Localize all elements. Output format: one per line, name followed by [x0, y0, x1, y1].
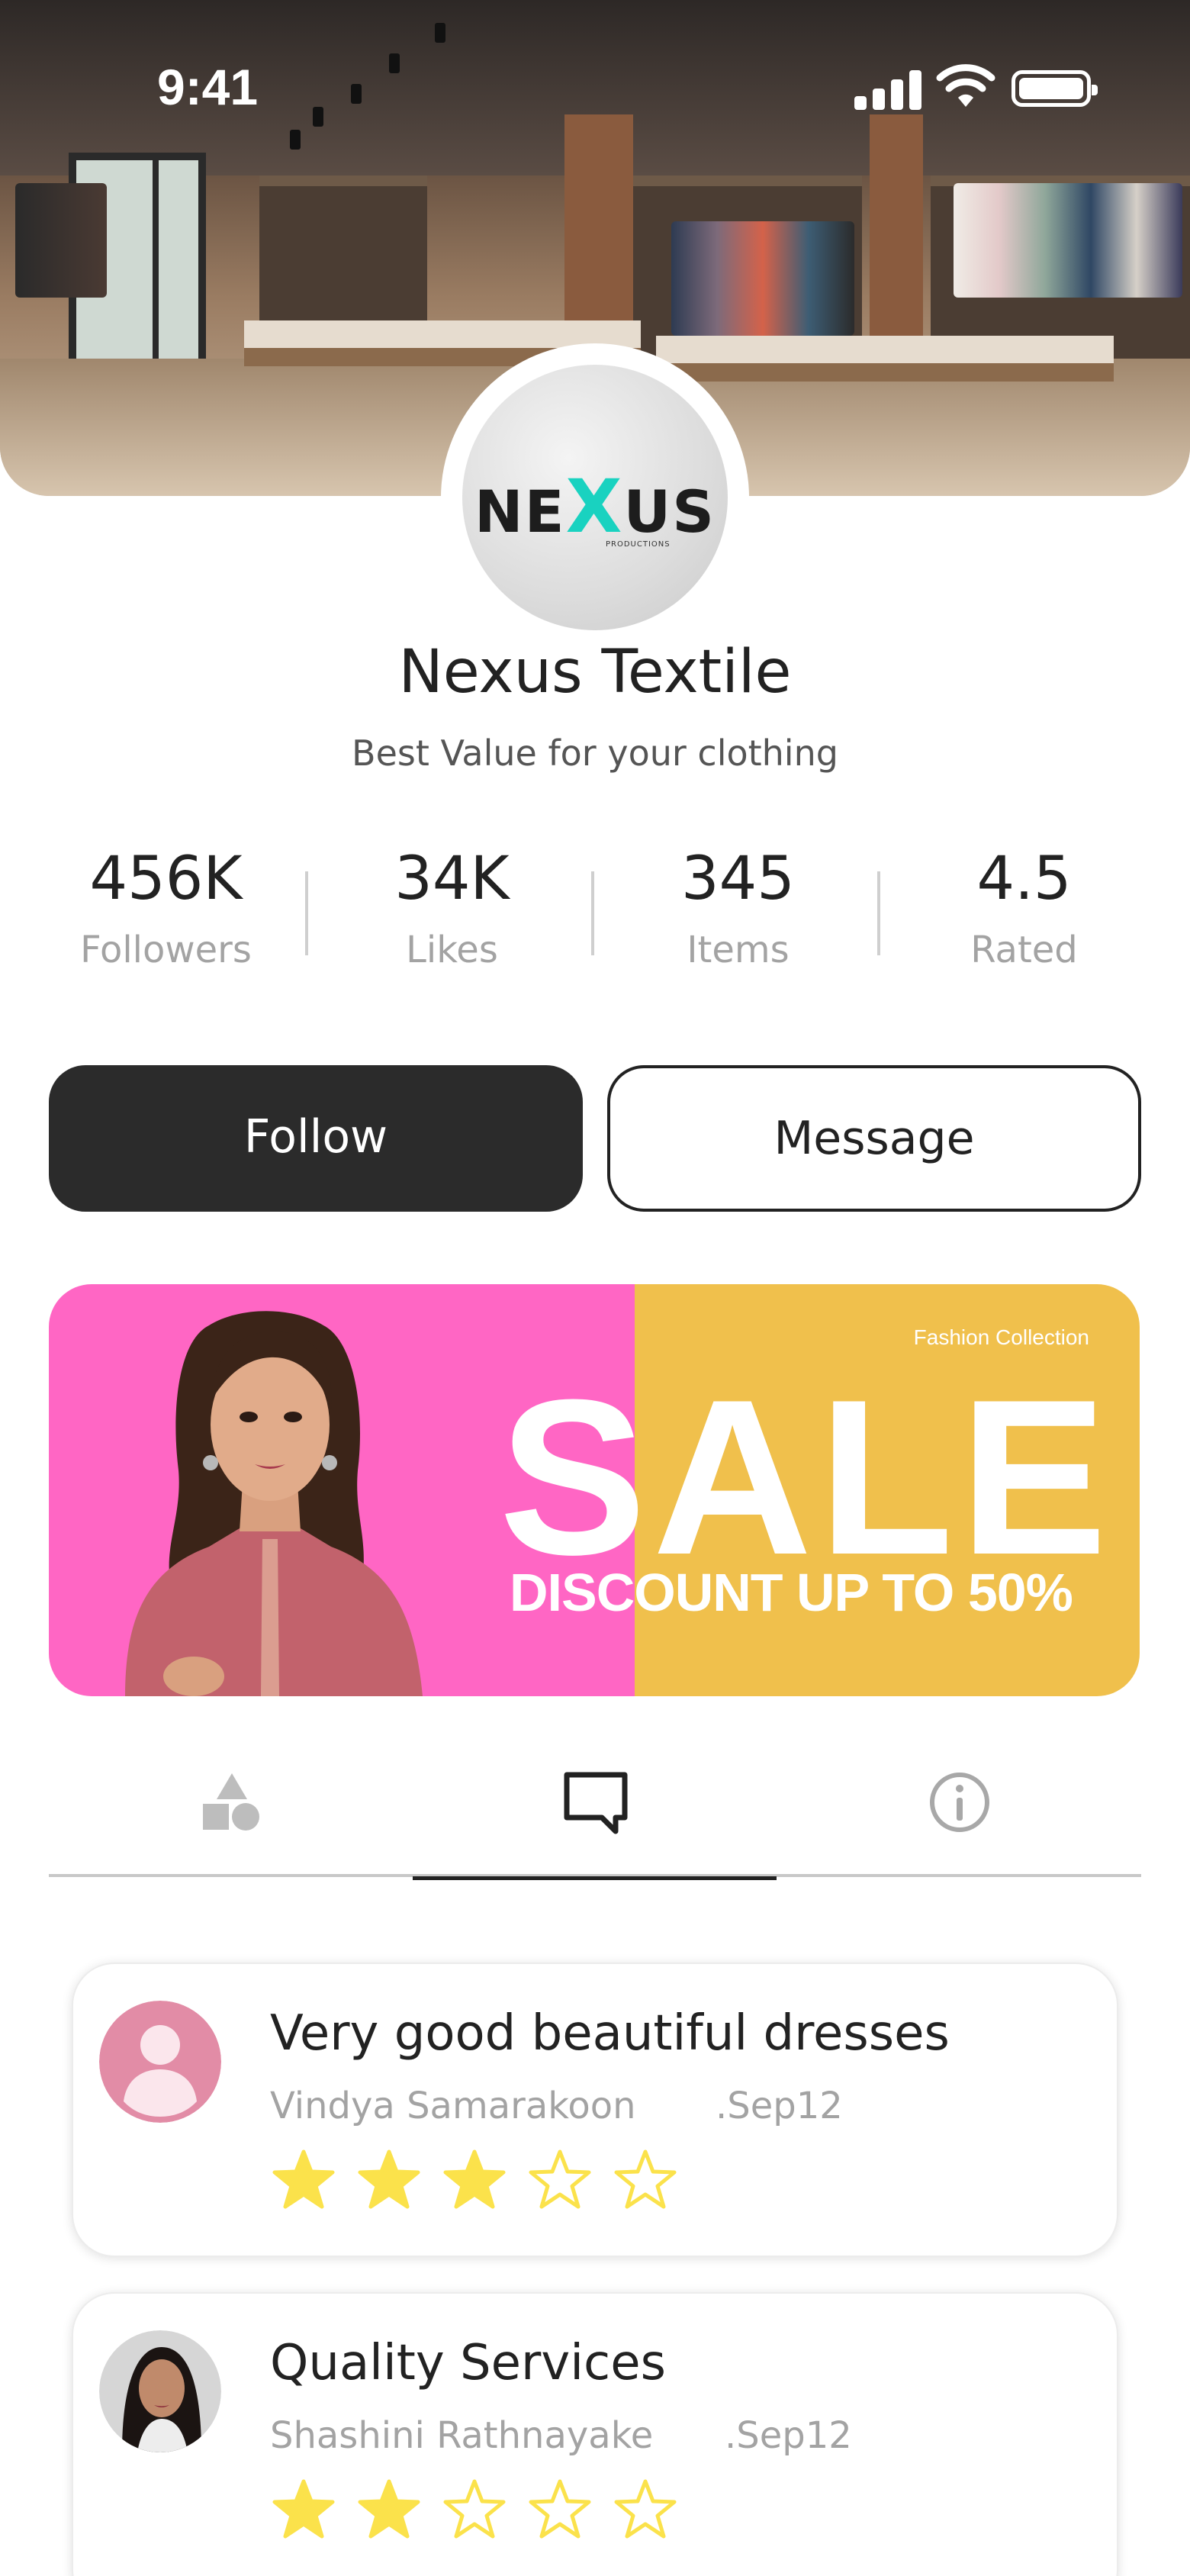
star-outline-icon — [529, 2149, 591, 2209]
wifi-icon — [936, 64, 995, 107]
user-placeholder-icon — [99, 2001, 221, 2123]
stat-rated[interactable]: 4.5 Rated — [881, 839, 1167, 977]
review-title: Very good beautiful dresses — [270, 2005, 950, 2062]
stat-divider — [591, 871, 594, 955]
shapes-icon — [203, 1773, 259, 1831]
model-image — [125, 1311, 423, 1696]
star-filled-icon — [272, 2479, 335, 2539]
store-name: Nexus Textile — [398, 638, 792, 707]
reviewer-photo — [99, 2330, 221, 2452]
review-title: Quality Services — [270, 2335, 666, 2391]
profile-tabs — [49, 1747, 1141, 1880]
review-author: Vindya Samarakoon — [270, 2085, 636, 2127]
avatar — [99, 2001, 221, 2123]
status-bar: 9:41 — [0, 0, 1190, 175]
message-button[interactable]: Message — [607, 1065, 1141, 1212]
star-outline-icon — [443, 2479, 506, 2539]
stat-value: 34K — [394, 845, 510, 913]
stat-label: Likes — [406, 929, 498, 971]
star-outline-icon — [529, 2479, 591, 2539]
stat-label: Followers — [80, 929, 252, 971]
star-filled-icon — [443, 2149, 506, 2209]
status-time: 9:41 — [157, 59, 259, 115]
tab-info[interactable] — [777, 1747, 1140, 1877]
star-filled-icon — [358, 2149, 420, 2209]
store-stats: 456K Followers 34K Likes 345 Items 4.5 R… — [23, 839, 1167, 1000]
info-icon — [930, 1773, 989, 1832]
tab-reviews[interactable] — [413, 1747, 777, 1880]
star-outline-icon — [614, 2479, 677, 2539]
review-date: .Sep12 — [716, 2085, 843, 2127]
stat-label: Items — [687, 929, 790, 971]
battery-icon — [1011, 70, 1098, 107]
comment-icon — [564, 1772, 628, 1834]
review-author: Shashini Rathnayake — [270, 2414, 654, 2457]
stat-items[interactable]: 345 Items — [595, 839, 881, 977]
stat-value: 456K — [89, 845, 243, 913]
review-card[interactable]: Quality Services Shashini Rathnayake .Se… — [72, 2292, 1118, 2576]
cellular-signal-icon — [854, 67, 923, 110]
follow-button[interactable]: Follow — [49, 1065, 583, 1212]
review-card[interactable]: Very good beautiful dresses Vindya Samar… — [72, 1963, 1118, 2257]
banner-collection-label: Fashion Collection — [913, 1325, 1089, 1349]
stat-divider — [305, 871, 308, 955]
tab-categories[interactable] — [49, 1747, 413, 1877]
review-date: .Sep12 — [725, 2414, 852, 2457]
stat-divider — [877, 871, 880, 955]
store-tagline: Best Value for your clothing — [352, 733, 838, 774]
star-filled-icon — [358, 2479, 420, 2539]
logo-wordmark: NEXUS — [474, 464, 716, 549]
star-filled-icon — [272, 2149, 335, 2209]
banner-headline: SALE — [499, 1354, 1114, 1601]
stat-followers[interactable]: 456K Followers — [23, 839, 309, 977]
stat-likes[interactable]: 34K Likes — [309, 839, 595, 977]
star-outline-icon — [614, 2149, 677, 2209]
sale-banner[interactable]: Fashion Collection SALE DISCOUNT UP TO 5… — [49, 1284, 1140, 1696]
logo-subtext: PRODUCTIONS — [606, 540, 671, 549]
stat-value: 345 — [681, 845, 795, 913]
banner-discount: DISCOUNT UP TO 50% — [510, 1563, 1073, 1622]
stat-label: Rated — [970, 929, 1078, 971]
stat-value: 4.5 — [976, 845, 1072, 913]
store-logo[interactable]: NEXUS PRODUCTIONS — [462, 365, 728, 630]
avatar — [99, 2330, 221, 2452]
